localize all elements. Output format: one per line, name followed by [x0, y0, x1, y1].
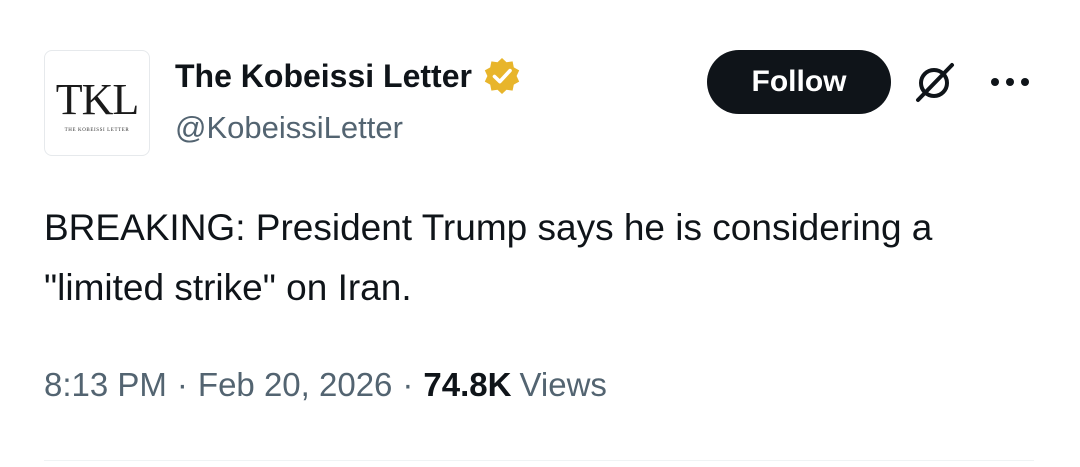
tweet-card: TKL THE KOBEISSI LETTER The Kobeissi Let… — [0, 0, 1080, 467]
tweet-meta: 8:13 PM · Feb 20, 2026 · 74.8K Views — [44, 366, 607, 404]
views-label[interactable]: Views — [519, 366, 606, 404]
meta-separator: · — [402, 366, 414, 403]
meta-separator: · — [176, 366, 188, 403]
author-name-row: The Kobeissi Letter — [175, 56, 522, 96]
tweet-text: BREAKING: President Trump says he is con… — [44, 207, 933, 308]
more-options-icon[interactable] — [986, 66, 1034, 98]
avatar-logo-mark: TKL — [55, 74, 140, 124]
divider — [44, 460, 1034, 461]
avatar-logo-subtitle: THE KOBEISSI LETTER — [64, 127, 130, 133]
verified-badge-icon[interactable] — [482, 56, 522, 96]
follow-button[interactable]: Follow — [707, 50, 891, 114]
views-count[interactable]: 74.8K — [423, 366, 511, 404]
author-handle[interactable]: @KobeissiLetter — [175, 110, 403, 146]
author-display-name[interactable]: The Kobeissi Letter — [175, 58, 472, 95]
grok-icon[interactable] — [911, 60, 957, 106]
tweet-date[interactable]: Feb 20, 2026 — [198, 366, 393, 404]
avatar[interactable]: TKL THE KOBEISSI LETTER — [44, 50, 150, 156]
tweet-time[interactable]: 8:13 PM — [44, 366, 167, 404]
